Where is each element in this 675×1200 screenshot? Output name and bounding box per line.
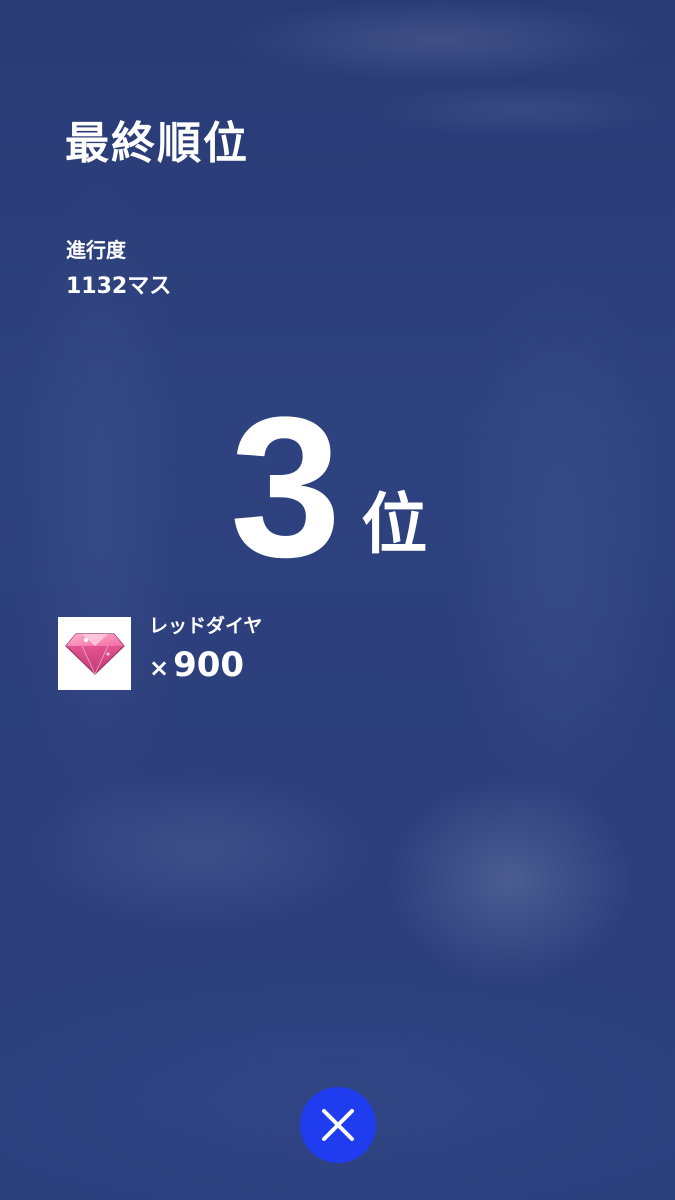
rank-number: 3: [230, 376, 342, 599]
blurred-background: [0, 0, 675, 1200]
times-sign: ×: [149, 654, 170, 682]
red-diamond-icon: [58, 617, 131, 690]
reward-item: レッドダイヤ × 900: [58, 617, 262, 690]
rank-suffix: 位: [361, 486, 428, 563]
page-title: 最終順位: [65, 118, 249, 169]
reward-quantity: × 900: [149, 648, 262, 682]
reward-name: レッドダイヤ: [149, 615, 263, 637]
progress-label: 進行度: [66, 238, 126, 262]
close-button[interactable]: [300, 1087, 376, 1163]
final-rank: 3 位: [230, 388, 427, 588]
close-icon: [322, 1109, 354, 1141]
reward-quantity-value: 900: [173, 645, 245, 685]
progress-value: 1132マス: [66, 274, 172, 299]
